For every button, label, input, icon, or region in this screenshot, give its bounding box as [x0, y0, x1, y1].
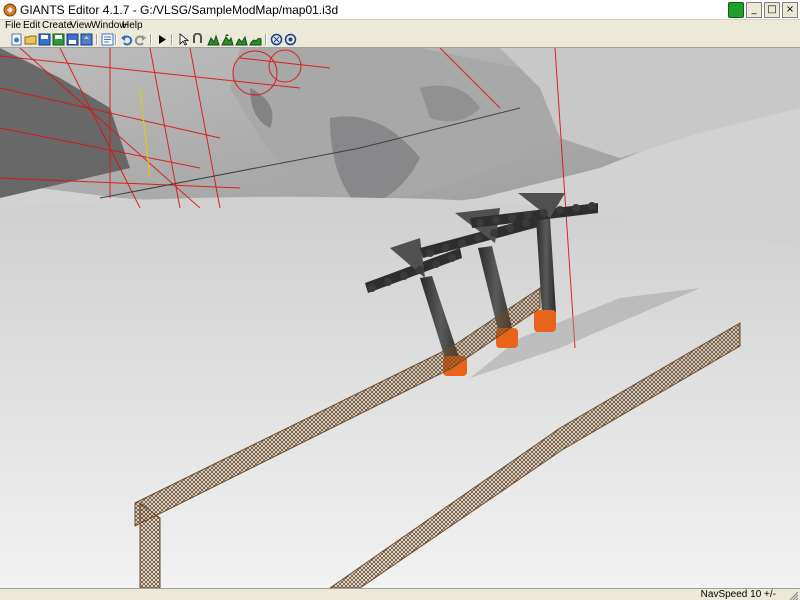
resize-grip-icon[interactable] — [788, 590, 798, 600]
redo-icon[interactable] — [134, 33, 147, 46]
move-tool-icon[interactable] — [191, 33, 204, 46]
3d-viewport[interactable] — [0, 48, 800, 588]
new-file-icon[interactable] — [10, 33, 23, 46]
export-icon[interactable] — [66, 33, 79, 46]
3d-scene-icon — [0, 48, 800, 588]
toolbar — [0, 32, 800, 48]
fence-end — [139, 502, 161, 588]
foliage-icon[interactable] — [270, 33, 283, 46]
status-bar: NavSpeed 10 +/- — [0, 588, 800, 600]
menu-help[interactable]: Help — [122, 20, 143, 32]
toolbar-separator — [96, 34, 98, 45]
terrain-raise-icon[interactable] — [221, 33, 234, 46]
menu-edit[interactable]: Edit — [23, 20, 40, 32]
toolbar-separator — [171, 34, 173, 45]
navspeed-indicator: NavSpeed 10 +/- — [700, 589, 776, 600]
play-icon[interactable] — [155, 33, 168, 46]
properties-icon[interactable] — [101, 33, 114, 46]
menu-bar: File Edit Create View Window Help — [0, 20, 800, 32]
import-icon[interactable] — [80, 33, 93, 46]
toolbar-separator — [150, 34, 152, 45]
close-button[interactable]: × — [782, 2, 798, 18]
title-bar: GIANTS Editor 4.1.7 - G:/VLSG/SampleModM… — [0, 0, 800, 20]
toolbar-separator — [265, 34, 267, 45]
window-title: GIANTS Editor 4.1.7 - G:/VLSG/SampleModM… — [20, 3, 339, 17]
save-icon[interactable] — [38, 33, 51, 46]
maximize-button[interactable]: □ — [764, 2, 780, 18]
terrain-lower-icon[interactable] — [235, 33, 248, 46]
green-status-icon[interactable] — [728, 2, 744, 18]
terrain-paint-icon[interactable] — [207, 33, 220, 46]
menu-file[interactable]: File — [5, 20, 21, 32]
minimize-button[interactable]: _ — [746, 2, 762, 18]
menu-view[interactable]: View — [70, 20, 92, 32]
terrain-smooth-icon[interactable] — [249, 33, 262, 46]
menu-create[interactable]: Create — [42, 20, 72, 32]
fill-icon[interactable] — [284, 33, 297, 46]
open-folder-icon[interactable] — [24, 33, 37, 46]
save-as-icon[interactable] — [52, 33, 65, 46]
giants-logo-icon — [3, 3, 17, 17]
toolbar-separator — [115, 34, 117, 45]
select-tool-icon[interactable] — [177, 33, 190, 46]
undo-icon[interactable] — [120, 33, 133, 46]
